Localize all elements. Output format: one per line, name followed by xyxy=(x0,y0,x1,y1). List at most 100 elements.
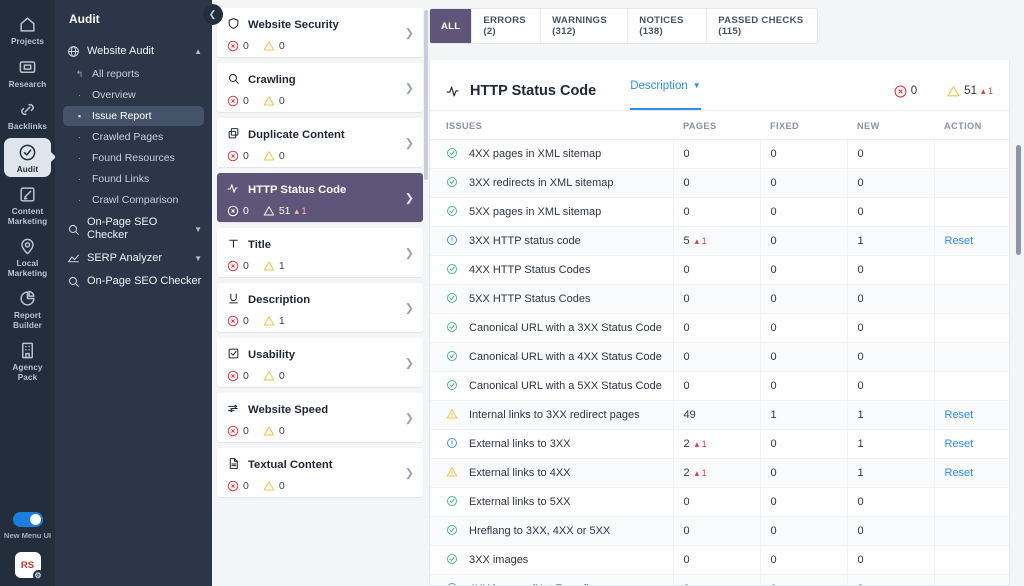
chevron-right-icon[interactable]: ❯ xyxy=(405,246,414,259)
issue-name: Canonical URL with a 3XX Status Code xyxy=(469,322,662,334)
nav-group-2[interactable]: SERP Analyzer▼ xyxy=(55,247,212,270)
chevron-right-icon[interactable]: ❯ xyxy=(405,466,414,479)
checkbox-icon xyxy=(227,347,240,363)
tab-label: ALL xyxy=(441,21,460,32)
nav-group-1[interactable]: On-Page SEO Checker▼ xyxy=(55,211,212,247)
status-warning-icon xyxy=(446,466,458,481)
rail-item-audit[interactable]: Audit xyxy=(4,138,51,178)
reset-link[interactable]: Reset xyxy=(945,409,974,421)
rail-item-backlinks[interactable]: Backlinks xyxy=(4,95,51,135)
fixed-cell: 0 xyxy=(760,488,847,517)
chevron-right-icon[interactable]: ❯ xyxy=(405,191,414,204)
fixed-cell: 0 xyxy=(760,169,847,198)
category-card-website-security[interactable]: Website Security00❯ xyxy=(217,8,423,57)
category-card-http-status-code[interactable]: HTTP Status Code051▴ 1❯ xyxy=(217,173,423,222)
nav-group-3[interactable]: On-Page SEO Checker xyxy=(55,270,212,293)
chevron-right-icon[interactable]: ❯ xyxy=(405,356,414,369)
rail-item-local-marketing[interactable]: Local Marketing xyxy=(4,232,51,281)
chevron-right-icon[interactable]: ❯ xyxy=(405,136,414,149)
sidebar-item-all-reports[interactable]: ↰All reports xyxy=(63,64,204,84)
card-stats: 01 xyxy=(227,260,413,272)
card-stats: 00 xyxy=(227,480,413,492)
table-row[interactable]: Canonical URL with a 5XX Status Code000 xyxy=(430,372,1009,401)
chevron-right-icon[interactable]: ❯ xyxy=(405,26,414,39)
sidebar-item-overview[interactable]: ·Overview xyxy=(63,85,204,105)
rail-item-label: Research xyxy=(9,80,47,90)
category-card-website-speed[interactable]: Website Speed00❯ xyxy=(217,393,423,442)
reset-link[interactable]: Reset xyxy=(945,438,974,450)
category-card-title[interactable]: Title01❯ xyxy=(217,228,423,277)
table-row[interactable]: Hreflang to 3XX, 4XX or 5XX000 xyxy=(430,517,1009,546)
pencil-square-icon xyxy=(18,185,37,204)
panel-header: HTTP Status Code Description ▼ 0 51 ▴ 1 xyxy=(430,60,1009,110)
description-dropdown[interactable]: Description ▼ xyxy=(630,72,700,110)
status-notice-icon xyxy=(446,437,458,452)
tab-all[interactable]: ALL xyxy=(430,9,472,43)
category-list-scrollbar[interactable] xyxy=(424,10,428,180)
card-errors-stat: 0 xyxy=(227,425,249,437)
sidebar-item-found-resources[interactable]: ·Found Resources xyxy=(63,148,204,168)
tab-passed-checks-115[interactable]: PASSED CHECKS (115) xyxy=(707,9,817,43)
gear-icon[interactable]: ⚙ xyxy=(33,570,44,581)
reset-link[interactable]: Reset xyxy=(945,235,974,247)
table-row[interactable]: Internal links to 3XX redirect pages4911… xyxy=(430,401,1009,430)
collapse-nav-button[interactable]: ❮ xyxy=(202,4,223,25)
table-row[interactable]: 3XX HTTP status code5▴ 101Reset xyxy=(430,227,1009,256)
table-row[interactable]: 5XX HTTP Status Codes000 xyxy=(430,285,1009,314)
reset-link[interactable]: Reset xyxy=(945,467,974,479)
category-card-usability[interactable]: Usability00❯ xyxy=(217,338,423,387)
table-row[interactable]: 4XX images (Not Found)000 xyxy=(430,575,1009,586)
new-cell: 0 xyxy=(847,140,934,169)
card-title: Website Speed xyxy=(227,402,413,418)
chevron-right-icon[interactable]: ❯ xyxy=(405,81,414,94)
table-row[interactable]: 5XX pages in XML sitemap000 xyxy=(430,198,1009,227)
pages-value: 0 xyxy=(684,177,690,189)
tab-warnings-312[interactable]: WARNINGS (312) xyxy=(541,9,628,43)
rail-item-content-marketing[interactable]: Content Marketing xyxy=(4,180,51,229)
category-card-description[interactable]: Description01❯ xyxy=(217,283,423,332)
fixed-cell: 0 xyxy=(760,140,847,169)
tab-notices-138[interactable]: NOTICES (138) xyxy=(628,9,707,43)
status-passed-icon xyxy=(446,553,458,568)
rail-item-agency-pack[interactable]: Agency Pack xyxy=(4,336,51,385)
card-title-text: Usability xyxy=(248,349,295,361)
table-row[interactable]: Canonical URL with a 4XX Status Code000 xyxy=(430,343,1009,372)
category-card-crawling[interactable]: Crawling00❯ xyxy=(217,63,423,112)
new-menu-ui-toggle[interactable] xyxy=(13,512,43,527)
action-cell xyxy=(934,285,1009,314)
sidebar-item-issue-report[interactable]: ▪Issue Report xyxy=(63,106,204,126)
issue-cell: 3XX HTTP status code xyxy=(430,227,673,256)
chevron-right-icon[interactable]: ❯ xyxy=(405,301,414,314)
main-scrollbar[interactable] xyxy=(1016,145,1021,255)
chevron-up-icon[interactable]: ▲ xyxy=(194,47,202,56)
new-cell: 0 xyxy=(847,198,934,227)
table-row[interactable]: 4XX HTTP Status Codes000 xyxy=(430,256,1009,285)
sidebar-item-found-links[interactable]: ·Found Links xyxy=(63,169,204,189)
category-card-textual-content[interactable]: Textual Content00❯ xyxy=(217,448,423,497)
table-row[interactable]: Canonical URL with a 3XX Status Code000 xyxy=(430,314,1009,343)
chevron-down-icon[interactable]: ▼ xyxy=(194,254,202,263)
tab-errors-2[interactable]: ERRORS (2) xyxy=(472,9,541,43)
new-cell: 0 xyxy=(847,517,934,546)
pages-value: 0 xyxy=(684,206,690,218)
table-row[interactable]: 3XX images000 xyxy=(430,546,1009,575)
table-row[interactable]: 4XX pages in XML sitemap000 xyxy=(430,140,1009,169)
rail-item-report-builder[interactable]: Report Builder xyxy=(4,284,51,333)
table-row[interactable]: External links to 3XX2▴ 101Reset xyxy=(430,430,1009,459)
avatar[interactable]: RS ⚙ xyxy=(15,552,41,578)
table-row[interactable]: External links to 5XX000 xyxy=(430,488,1009,517)
fixed-cell: 0 xyxy=(760,575,847,586)
table-row[interactable]: 3XX redirects in XML sitemap000 xyxy=(430,169,1009,198)
category-card-duplicate-content[interactable]: Duplicate Content00❯ xyxy=(217,118,423,167)
nav-group-0[interactable]: Website Audit▲ xyxy=(55,40,212,63)
card-errors-count: 0 xyxy=(243,370,249,382)
chevron-right-icon[interactable]: ❯ xyxy=(405,411,414,424)
sidebar-item-crawled-pages[interactable]: ·Crawled Pages xyxy=(63,127,204,147)
sidebar-item-crawl-comparison[interactable]: ·Crawl Comparison xyxy=(63,190,204,210)
pages-cell: 2▴ 1 xyxy=(673,459,760,488)
card-title: Description xyxy=(227,292,413,308)
rail-item-projects[interactable]: Projects xyxy=(4,10,51,50)
table-row[interactable]: External links to 4XX2▴ 101Reset xyxy=(430,459,1009,488)
chevron-down-icon[interactable]: ▼ xyxy=(194,225,202,234)
rail-item-research[interactable]: Research xyxy=(4,53,51,93)
